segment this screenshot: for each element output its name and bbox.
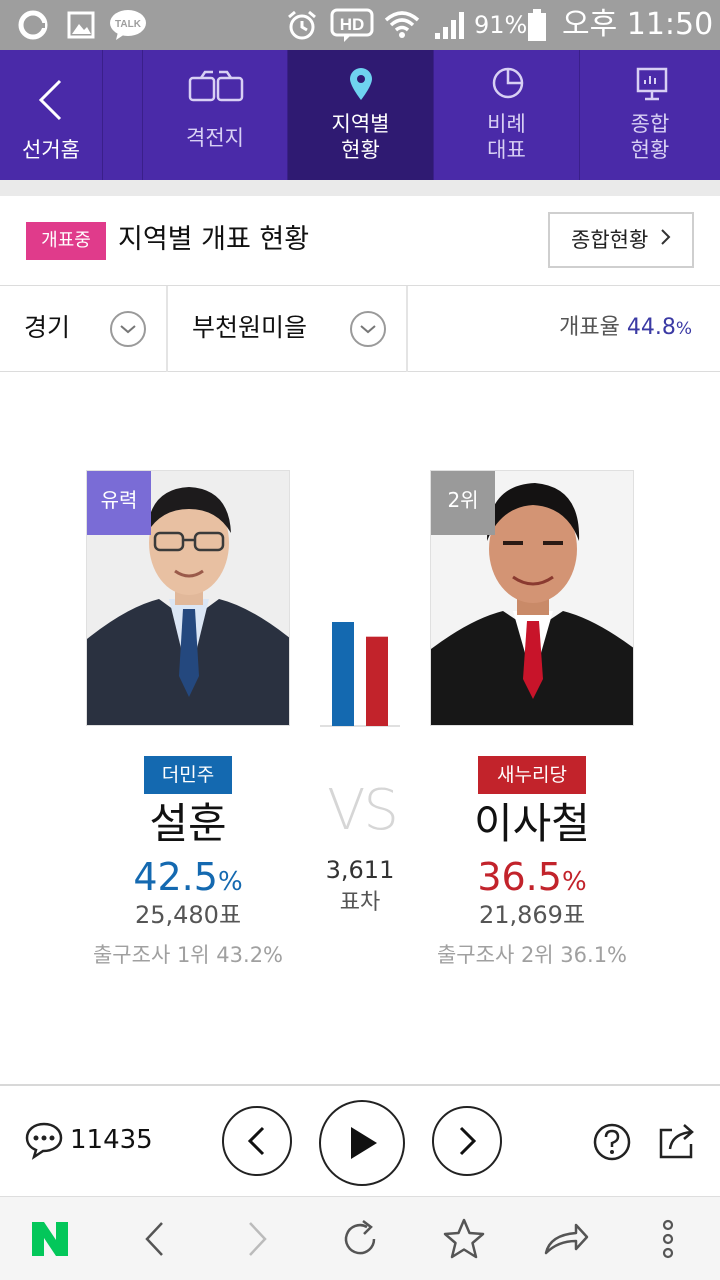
candidate-photo-2[interactable]: 2위 xyxy=(430,470,634,726)
vote-bar-candidate-2 xyxy=(366,636,388,726)
battery-icon xyxy=(526,8,548,42)
region-select[interactable]: 경기 xyxy=(0,286,166,372)
share-icon[interactable] xyxy=(658,1120,696,1160)
status-bar: TALK HD 91% 오후 11:50 xyxy=(0,0,720,50)
kakaotalk-icon: TALK xyxy=(108,8,148,42)
svg-text:HD: HD xyxy=(340,15,365,34)
candidate-percent-value-1: 42.5 xyxy=(133,855,218,899)
election-home-label: 선거홈 xyxy=(22,138,80,162)
send-icon[interactable] xyxy=(540,1213,592,1265)
bottom-toolbar: 11435 xyxy=(0,1084,720,1196)
candidate-percent-value-2: 36.5 xyxy=(477,855,562,899)
party-badge-1: 더민주 xyxy=(144,756,232,794)
comment-count[interactable]: 11435 xyxy=(70,1118,153,1162)
nav-separator xyxy=(0,180,720,196)
help-icon[interactable] xyxy=(592,1122,632,1162)
tab-proportional-line1: 비례 xyxy=(487,112,526,136)
location-pin-icon xyxy=(350,68,372,100)
district-select-value: 부천원미을 xyxy=(192,313,308,342)
signal-icon xyxy=(432,8,468,42)
back-arrow-icon[interactable] xyxy=(128,1213,180,1265)
district-select[interactable]: 부천원미을 xyxy=(168,286,406,372)
vote-share-bars xyxy=(320,622,400,727)
filter-row: 경기 부천원미을 개표율 44.8% xyxy=(0,286,720,372)
counting-badge: 개표중 xyxy=(26,222,106,260)
clock: 오후 11:50 xyxy=(562,7,714,42)
candidate-votes-2: 21,869표 xyxy=(478,901,586,929)
refresh-icon[interactable] xyxy=(334,1213,386,1265)
prev-button[interactable] xyxy=(222,1106,292,1176)
vote-bar-candidate-1 xyxy=(332,622,354,726)
tab-battleground[interactable]: 격전지 xyxy=(142,50,287,180)
chevron-down-icon xyxy=(350,311,386,347)
prev-icon xyxy=(247,1126,265,1156)
chevron-right-icon xyxy=(659,213,671,265)
back-chevron-icon xyxy=(38,79,62,121)
pie-chart-icon xyxy=(492,67,524,99)
svg-text:TALK: TALK xyxy=(115,19,142,30)
candidate-votes-1: 25,480표 xyxy=(134,901,242,929)
next-icon xyxy=(459,1126,477,1156)
next-button[interactable] xyxy=(432,1106,502,1176)
play-icon xyxy=(351,1127,377,1159)
candidate-status-badge-1: 유력 xyxy=(87,471,151,535)
hd-voice-icon: HD xyxy=(330,8,374,42)
candidate-percent-unit-1: % xyxy=(217,867,243,897)
more-icon[interactable] xyxy=(642,1213,694,1265)
forward-arrow-icon[interactable] xyxy=(232,1213,284,1265)
summary-button[interactable]: 종합현황 xyxy=(548,212,694,268)
title-row: 개표중 지역별 개표 현황 종합현황 xyxy=(0,196,720,286)
chevron-down-icon xyxy=(110,311,146,347)
election-home-button[interactable]: 선거홈 xyxy=(0,50,102,180)
wifi-icon xyxy=(382,8,422,42)
vote-margin-label: 표차 xyxy=(339,890,381,915)
tab-proportional[interactable]: 비례 대표 xyxy=(433,50,579,180)
gallery-icon xyxy=(64,8,98,42)
party-badge-2: 새누리당 xyxy=(478,756,586,794)
alarm-icon xyxy=(284,8,320,42)
counting-rate-label: 개표율 xyxy=(559,315,620,340)
election-nav-bar: 선거홈 격전지 지역별 현황 비례 대표 종합 현황 xyxy=(0,50,720,180)
candidate-exit-poll-1: 출구조사 1위 43.2% xyxy=(92,943,284,967)
candidate-exit-poll-2: 출구조사 2위 36.1% xyxy=(436,943,628,967)
nav-spacer xyxy=(102,50,142,180)
candidate-status-badge-2: 2위 xyxy=(431,471,495,535)
tab-regional-status[interactable]: 지역별 현황 xyxy=(287,50,433,180)
battleground-icon xyxy=(188,70,244,102)
summary-button-label: 종합현황 xyxy=(571,228,649,252)
tab-regional-status-line2: 현황 xyxy=(341,138,380,162)
tab-overall-status-line2: 현황 xyxy=(630,138,670,162)
vs-label: VS xyxy=(327,778,399,843)
star-icon[interactable] xyxy=(438,1213,490,1265)
tab-battleground-label: 격전지 xyxy=(186,126,244,150)
candidate-photo-1[interactable]: 유력 xyxy=(86,470,290,726)
o-logo-icon xyxy=(16,8,50,42)
counting-rate: 개표율 44.8% xyxy=(559,308,692,349)
counting-rate-unit: % xyxy=(675,319,692,339)
candidate-name-2: 이사철 xyxy=(474,799,590,848)
tab-overall-status-line1: 종합 xyxy=(630,112,670,136)
tab-overall-status[interactable]: 종합 현황 xyxy=(579,50,720,180)
tab-proportional-line2: 대표 xyxy=(487,138,526,162)
play-button[interactable] xyxy=(319,1100,405,1186)
monitor-icon xyxy=(636,67,668,101)
counting-rate-value: 44.8 xyxy=(626,315,676,340)
tab-regional-status-line1: 지역별 xyxy=(331,112,390,136)
battery-percent: 91% xyxy=(474,11,528,39)
region-select-value: 경기 xyxy=(24,313,71,342)
naver-n-icon[interactable] xyxy=(24,1213,76,1265)
filter-divider xyxy=(406,286,408,372)
page-title: 지역별 개표 현황 xyxy=(118,224,310,255)
comment-icon[interactable] xyxy=(24,1120,64,1160)
browser-toolbar xyxy=(0,1196,720,1280)
candidate-percent-unit-2: % xyxy=(561,867,587,897)
candidate-name-1: 설훈 xyxy=(149,799,227,848)
vote-margin-value: 3,611 xyxy=(325,856,395,884)
